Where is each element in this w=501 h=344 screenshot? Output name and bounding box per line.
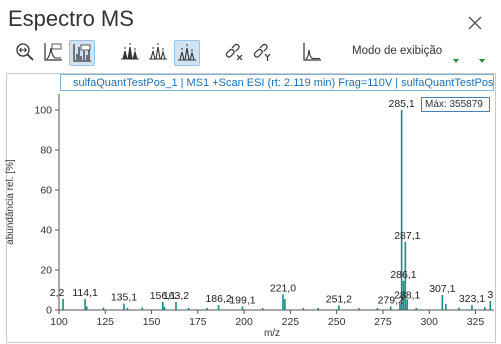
peak-label: 286,1	[390, 269, 416, 281]
x-tick-label: 325	[467, 316, 485, 328]
x-tick-label: 100	[50, 316, 68, 328]
peak-label: 287,1	[394, 230, 420, 242]
y-tick-label: 0	[46, 305, 52, 317]
peak-label: 285,1	[388, 98, 414, 110]
peak-label: 3	[487, 289, 493, 301]
peak-label: 307,1	[429, 283, 455, 295]
x-tick-label: 175	[189, 316, 207, 328]
x-tick-label: 200	[235, 316, 253, 328]
y-tick-label: 100	[34, 105, 52, 117]
x-tick-label: 300	[420, 316, 438, 328]
y-tick-label: 80	[40, 145, 52, 157]
max-tooltip: Máx: 355879	[421, 97, 490, 112]
peak-label: 163,2	[163, 290, 189, 302]
peak-label: 186,2	[205, 293, 231, 305]
y-tick-label: 60	[40, 185, 52, 197]
peak-label: 135,1	[111, 292, 137, 304]
y-axis-label: abundância rel. [%]	[5, 159, 16, 245]
y-tick-label: 20	[40, 265, 52, 277]
peak-label: 323,1	[459, 293, 485, 305]
y-tick-label: 40	[40, 225, 52, 237]
peak-label: 288,1	[394, 289, 420, 301]
x-tick-label: 275	[374, 316, 392, 328]
x-axis-label: m/z	[264, 328, 280, 339]
x-tick-label: 125	[97, 316, 115, 328]
spectrum-header: sulfaQuantTestPos_1 | MS1 +Scan ESI (rt:…	[60, 74, 494, 91]
x-tick-label: 250	[328, 316, 346, 328]
x-tick-label: 150	[143, 316, 161, 328]
x-tick-label: 225	[282, 316, 300, 328]
ms-spectrum-chart[interactable]: 2,2 114,1 135,1 156,1163,2 186,2199,1221,025…	[0, 0, 501, 344]
peak-label: 251,2	[326, 293, 352, 305]
peak-label: 2,2	[50, 287, 65, 299]
peak-label: 199,1	[229, 294, 255, 306]
peak-label: 221,0	[270, 282, 296, 294]
peak-label: 114,1	[72, 287, 98, 299]
